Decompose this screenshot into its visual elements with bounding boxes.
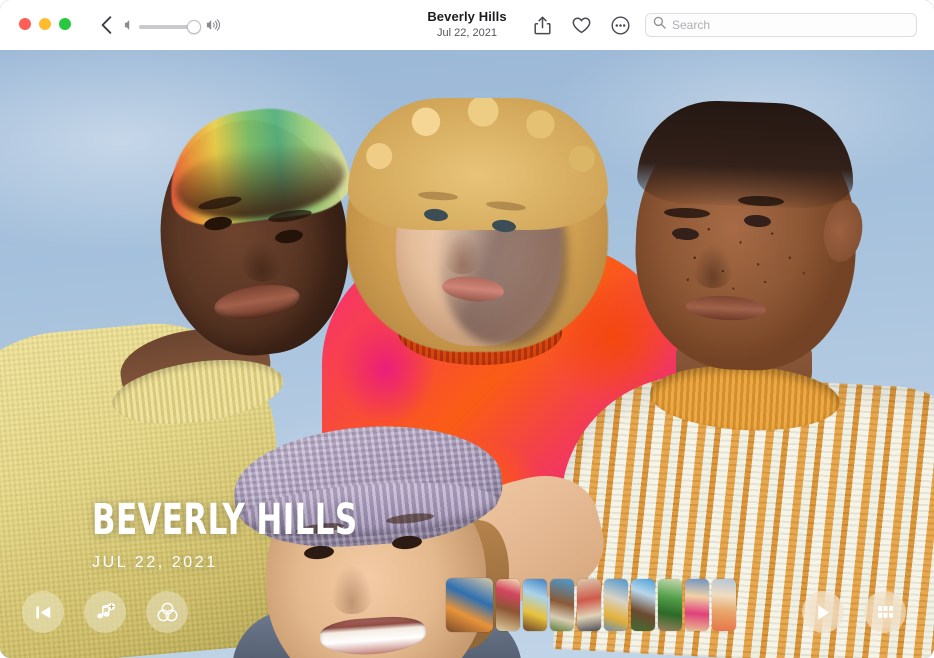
back-button[interactable] — [96, 15, 116, 35]
list-item[interactable] — [604, 579, 628, 631]
memory-title-overlay: BEVERLY HILLS JUL 22, 2021 — [92, 498, 424, 572]
favorite-button[interactable] — [569, 13, 593, 37]
memory-title: BEVERLY HILLS — [92, 498, 358, 543]
volume-track[interactable] — [139, 25, 201, 29]
traffic-lights — [19, 18, 71, 30]
previous-button[interactable] — [22, 591, 64, 633]
maximize-window-button[interactable] — [59, 18, 71, 30]
add-music-button[interactable] — [84, 591, 126, 633]
skip-back-icon — [34, 604, 53, 621]
grid-icon — [876, 604, 895, 620]
speaker-low-icon — [124, 18, 134, 36]
play-button[interactable] — [802, 591, 844, 633]
memory-mix-button[interactable] — [146, 591, 188, 633]
share-button[interactable] — [530, 13, 554, 37]
search-field[interactable]: Search — [645, 13, 917, 37]
list-item[interactable] — [446, 578, 493, 632]
toolbar-actions — [530, 13, 632, 37]
list-item[interactable] — [496, 579, 520, 631]
list-item[interactable] — [631, 579, 655, 631]
grid-view-button[interactable] — [864, 591, 906, 633]
person-right-nose — [692, 242, 734, 288]
list-item[interactable] — [712, 579, 736, 631]
memory-photo-stage[interactable]: BEVERLY HILLS JUL 22, 2021 — [0, 50, 934, 658]
music-note-plus-icon — [95, 602, 116, 623]
close-window-button[interactable] — [19, 18, 31, 30]
window-toolbar: Beverly Hills Jul 22, 2021 — [0, 0, 934, 50]
search-input[interactable]: Search — [672, 18, 710, 32]
more-button[interactable] — [608, 13, 632, 37]
list-item[interactable] — [523, 579, 547, 631]
volume-slider[interactable] — [124, 18, 221, 36]
three-circles-icon — [156, 601, 179, 624]
memory-date: JUL 22, 2021 — [92, 553, 424, 572]
volume-knob[interactable] — [187, 20, 201, 34]
filmstrip[interactable] — [446, 578, 736, 632]
photos-window: Beverly Hills Jul 22, 2021 — [0, 0, 934, 658]
play-icon — [814, 603, 832, 622]
search-icon — [653, 16, 666, 34]
list-item[interactable] — [658, 579, 682, 631]
person-center-curly-hair — [348, 98, 608, 230]
minimize-window-button[interactable] — [39, 18, 51, 30]
speaker-high-icon — [206, 18, 221, 36]
list-item[interactable] — [685, 579, 709, 631]
list-item[interactable] — [550, 579, 574, 631]
person-center-nose — [443, 230, 481, 274]
list-item[interactable] — [577, 579, 601, 631]
